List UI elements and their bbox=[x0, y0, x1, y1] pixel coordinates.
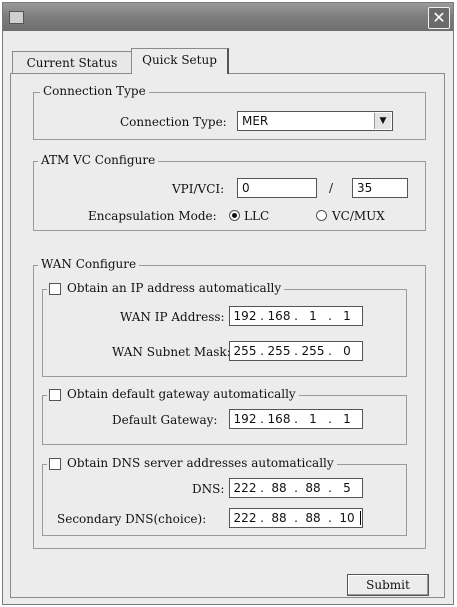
default-gateway-label: Default Gateway: bbox=[112, 413, 218, 427]
encapsulation-label: Encapsulation Mode: bbox=[88, 209, 217, 223]
dot: . bbox=[260, 481, 264, 495]
dot: . bbox=[294, 481, 298, 495]
octet: 1 bbox=[309, 412, 317, 426]
octet: 255 bbox=[301, 344, 325, 358]
tab-current-status[interactable]: Current Status bbox=[12, 51, 132, 73]
atm-vc-group: ATM VC Configure VPI/VCI: 0 / 35 Encapsu… bbox=[33, 153, 426, 231]
group-legend: Obtain an IP address automatically bbox=[47, 281, 285, 295]
connection-type-label: Connection Type: bbox=[120, 115, 227, 129]
legend-text: Obtain default gateway automatically bbox=[67, 387, 296, 401]
radio-llc[interactable] bbox=[229, 210, 240, 221]
dot: . bbox=[260, 511, 264, 525]
gateway-group: Obtain default gateway automatically Def… bbox=[42, 387, 407, 445]
wan-ip-label: WAN IP Address: bbox=[120, 310, 225, 324]
radio-vcmux[interactable] bbox=[316, 210, 327, 221]
dot: . bbox=[328, 481, 332, 495]
quick-setup-panel: Connection Type Connection Type: MER ▼ A… bbox=[10, 73, 445, 598]
obtain-gateway-auto-checkbox[interactable] bbox=[49, 389, 61, 401]
group-legend: Obtain DNS server addresses automaticall… bbox=[47, 456, 337, 470]
group-legend: ATM VC Configure bbox=[38, 153, 159, 167]
wan-configure-group: WAN Configure Obtain an IP address autom… bbox=[33, 257, 426, 549]
octet: 88 bbox=[305, 511, 321, 525]
vci-value: 35 bbox=[357, 181, 373, 195]
dot: . bbox=[328, 412, 332, 426]
obtain-dns-auto-checkbox[interactable] bbox=[49, 458, 61, 470]
octet: 1 bbox=[309, 309, 317, 323]
group-legend: Obtain default gateway automatically bbox=[47, 387, 299, 401]
octet: 192 bbox=[233, 412, 257, 426]
legend-text: Obtain DNS server addresses automaticall… bbox=[67, 456, 334, 470]
octet: 88 bbox=[305, 481, 321, 495]
dot: . bbox=[260, 344, 264, 358]
octet: 5 bbox=[343, 481, 351, 495]
text-cursor bbox=[360, 511, 361, 525]
octet: 222 bbox=[233, 481, 257, 495]
tab-label: Current Status bbox=[26, 56, 118, 70]
octet: 0 bbox=[343, 344, 351, 358]
vci-input[interactable]: 35 bbox=[352, 178, 408, 198]
dns-group: Obtain DNS server addresses automaticall… bbox=[42, 456, 407, 536]
octet: 1 bbox=[343, 309, 351, 323]
radio-llc-label: LLC bbox=[244, 209, 270, 223]
tab-quick-setup[interactable]: Quick Setup bbox=[131, 48, 229, 74]
dot: . bbox=[260, 309, 264, 323]
dot: . bbox=[260, 412, 264, 426]
octet: 1 bbox=[343, 412, 351, 426]
dns-label: DNS: bbox=[192, 482, 225, 496]
obtain-ip-auto-checkbox[interactable] bbox=[49, 283, 61, 295]
vpivci-label: VPI/VCI: bbox=[172, 182, 225, 196]
octet: 168 bbox=[267, 309, 291, 323]
app-icon bbox=[9, 11, 24, 24]
tab-label: Quick Setup bbox=[142, 53, 217, 67]
submit-label: Submit bbox=[366, 578, 410, 592]
vpi-vci-separator: / bbox=[329, 181, 334, 195]
secondary-dns-label: Secondary DNS(choice): bbox=[57, 512, 207, 526]
dns-input[interactable]: 222. 88. 88. 5 bbox=[229, 478, 363, 498]
selected-value: MER bbox=[242, 114, 269, 128]
title-bar[interactable]: ✕ bbox=[3, 3, 453, 31]
dot: . bbox=[328, 511, 332, 525]
octet: 88 bbox=[271, 481, 287, 495]
dot: . bbox=[328, 344, 332, 358]
octet: 10 bbox=[339, 511, 355, 525]
dot: . bbox=[294, 511, 298, 525]
router-config-window: ✕ Current Status Quick Setup Connection … bbox=[2, 2, 454, 605]
connection-type-select[interactable]: MER ▼ bbox=[237, 111, 393, 131]
octet: 88 bbox=[271, 511, 287, 525]
default-gateway-input[interactable]: 192. 168. 1. 1 bbox=[229, 409, 363, 429]
legend-text: Obtain an IP address automatically bbox=[67, 281, 282, 295]
octet: 222 bbox=[233, 511, 257, 525]
group-legend: WAN Configure bbox=[38, 257, 140, 271]
close-icon: ✕ bbox=[432, 8, 446, 27]
dot: . bbox=[328, 309, 332, 323]
wan-subnet-label: WAN Subnet Mask: bbox=[112, 345, 231, 359]
secondary-dns-input[interactable]: 222. 88. 88. 10 bbox=[229, 508, 363, 528]
dot: . bbox=[294, 412, 298, 426]
wan-ip-input[interactable]: 192. 168. 1. 1 bbox=[229, 306, 363, 326]
octet: 168 bbox=[267, 412, 291, 426]
radio-vcmux-label: VC/MUX bbox=[332, 209, 385, 223]
chevron-down-icon[interactable]: ▼ bbox=[374, 113, 391, 129]
vpi-input[interactable]: 0 bbox=[237, 178, 317, 198]
ip-address-group: Obtain an IP address automatically WAN I… bbox=[42, 281, 407, 377]
dot: . bbox=[294, 309, 298, 323]
close-button[interactable]: ✕ bbox=[428, 7, 450, 29]
connection-type-group: Connection Type Connection Type: MER ▼ bbox=[33, 84, 426, 140]
octet: 255 bbox=[233, 344, 257, 358]
group-legend: Connection Type bbox=[40, 84, 149, 98]
submit-button[interactable]: Submit bbox=[347, 574, 429, 596]
octet: 192 bbox=[233, 309, 257, 323]
dot: . bbox=[294, 344, 298, 358]
wan-subnet-input[interactable]: 255. 255. 255. 0 bbox=[229, 341, 363, 361]
vpi-value: 0 bbox=[242, 181, 250, 195]
octet: 255 bbox=[267, 344, 291, 358]
